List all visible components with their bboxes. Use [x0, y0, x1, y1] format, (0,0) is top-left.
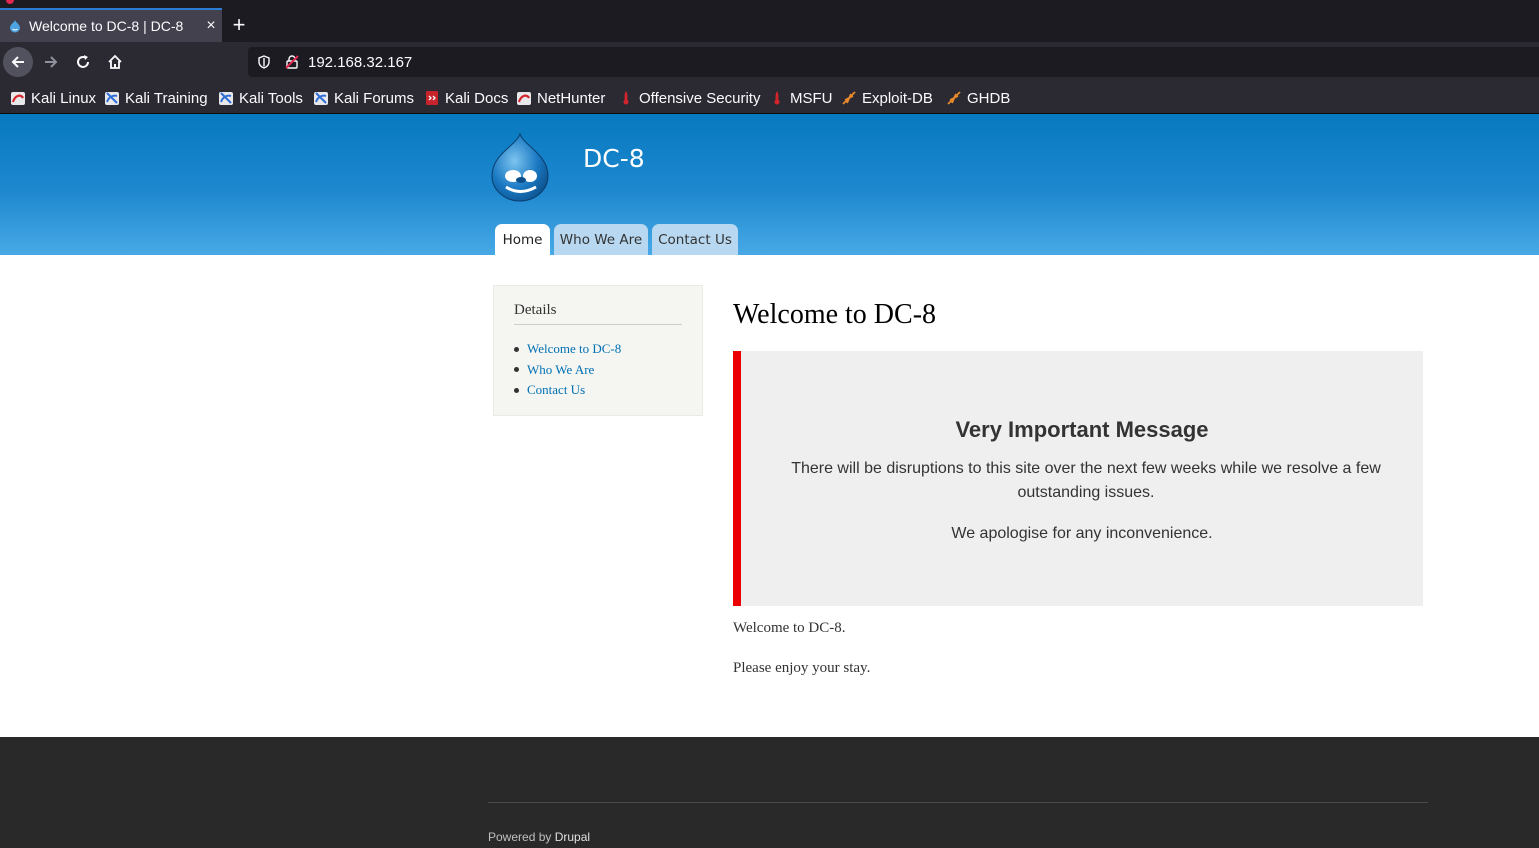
tab-close-icon[interactable]: × [200, 17, 222, 35]
exploit-db-orange-icon [842, 91, 856, 105]
sidebar-link-contact-us[interactable]: Contact Us [527, 382, 585, 398]
kali-dragon-red-icon [11, 92, 25, 105]
body-paragraph: Welcome to DC-8. [733, 620, 846, 636]
bookmark-label: NetHunter [537, 89, 606, 107]
drupal-favicon-icon [10, 20, 20, 33]
home-icon [108, 54, 122, 69]
menu-tab-home[interactable]: Home [495, 224, 550, 255]
list-item: Contact Us [514, 380, 621, 401]
menu-tab-who-we-are[interactable]: Who We Are [554, 224, 648, 255]
body-paragraph: Please enjoy your stay. [733, 660, 871, 676]
bookmark-kali-docs[interactable]: Kali Docs [424, 89, 508, 107]
bookmark-label: Exploit-DB [862, 89, 933, 107]
kali-dragon-blue-icon [314, 92, 328, 105]
site-header: DC-8 Home Who We Are Contact Us [0, 114, 1539, 255]
bookmark-label: Kali Docs [445, 89, 509, 107]
footer-divider [488, 802, 1428, 803]
bookmark-offensive-security[interactable]: Offensive Security [618, 89, 760, 107]
bookmark-ghdb[interactable]: GHDB [946, 89, 1010, 107]
menu-tab-contact-us[interactable]: Contact Us [652, 224, 738, 255]
bookmark-label: Offensive Security [639, 89, 761, 107]
bookmark-exploit-db[interactable]: Exploit-DB [841, 89, 933, 107]
list-item: Welcome to DC-8 [514, 339, 621, 360]
window-control-dot[interactable] [6, 0, 14, 4]
alert-text: There will be disruptions to this site o… [791, 460, 1381, 501]
site-footer: Powered by Drupal [0, 737, 1539, 848]
alert-apology-text: We apologise for any inconvenience. [951, 525, 1213, 542]
insecure-lock-icon[interactable] [284, 54, 300, 70]
drupal-link[interactable]: Drupal [555, 830, 590, 844]
kali-dragon-blue-icon [105, 92, 119, 105]
exploit-db-orange-icon [947, 91, 961, 105]
bookmark-msfu[interactable]: MSFU [769, 89, 833, 107]
offsec-red-icon [774, 91, 780, 105]
sidebar-link-welcome[interactable]: Welcome to DC-8 [527, 341, 621, 357]
bookmark-kali-forums[interactable]: Kali Forums [313, 89, 414, 107]
bookmark-label: GHDB [967, 89, 1011, 107]
powered-by-label: Powered by [488, 830, 552, 844]
bookmark-kali-tools[interactable]: Kali Tools [218, 89, 303, 107]
bookmarks-toolbar: Kali Linux Kali Training Kali Tools Kali… [0, 82, 1539, 114]
kali-docs-red-icon [426, 91, 438, 105]
arrow-right-icon [45, 56, 58, 68]
browser-tab-active[interactable]: Welcome to DC-8 | DC-8 × [0, 8, 222, 42]
bookmark-kali-linux[interactable]: Kali Linux [10, 89, 96, 107]
site-name[interactable]: DC-8 [583, 144, 645, 173]
sidebar-title: Details [514, 302, 557, 318]
bookmark-label: Kali Tools [239, 89, 303, 107]
sidebar-link-who-we-are[interactable]: Who We Are [527, 362, 594, 378]
back-button[interactable] [3, 47, 33, 77]
powered-by-text: Powered by Drupal [488, 830, 590, 844]
browser-tab-strip: Welcome to DC-8 | DC-8 × + [0, 0, 1539, 42]
sidebar-details-block: Details Welcome to DC-8 Who We Are Conta… [493, 285, 703, 416]
new-tab-button[interactable]: + [228, 12, 250, 38]
bookmark-label: MSFU [790, 89, 833, 107]
bookmark-nethunter[interactable]: NetHunter [516, 89, 605, 107]
list-item: Who We Are [514, 360, 621, 381]
tab-title: Welcome to DC-8 | DC-8 [29, 18, 184, 34]
bookmark-label: Kali Forums [334, 89, 415, 107]
bullet-icon [514, 346, 519, 352]
bookmark-label: Kali Training [125, 89, 208, 107]
tracking-shield-icon[interactable] [256, 54, 272, 70]
alert-heading: Very Important Message [955, 417, 1209, 442]
offsec-red-icon [623, 91, 629, 105]
page-title: Welcome to DC-8 [733, 299, 937, 330]
kali-dragon-red-icon [517, 92, 531, 105]
bullet-icon [514, 367, 519, 373]
reload-button[interactable] [68, 47, 98, 77]
reload-icon [77, 55, 89, 68]
bookmark-kali-training[interactable]: Kali Training [104, 89, 208, 107]
forward-button[interactable] [36, 47, 66, 77]
important-message-box: Very Important Message There will be dis… [733, 351, 1423, 606]
url-text: 192.168.32.167 [308, 53, 413, 71]
sidebar-link-list: Welcome to DC-8 Who We Are Contact Us [514, 339, 621, 401]
sidebar-divider [514, 324, 682, 325]
home-button[interactable] [100, 47, 130, 77]
arrow-left-icon [11, 56, 24, 68]
drupal-logo-icon[interactable] [490, 132, 552, 202]
bookmark-label: Kali Linux [31, 89, 97, 107]
kali-dragon-blue-icon [219, 92, 233, 105]
address-bar[interactable]: 192.168.32.167 [248, 47, 1539, 77]
bullet-icon [514, 387, 519, 393]
